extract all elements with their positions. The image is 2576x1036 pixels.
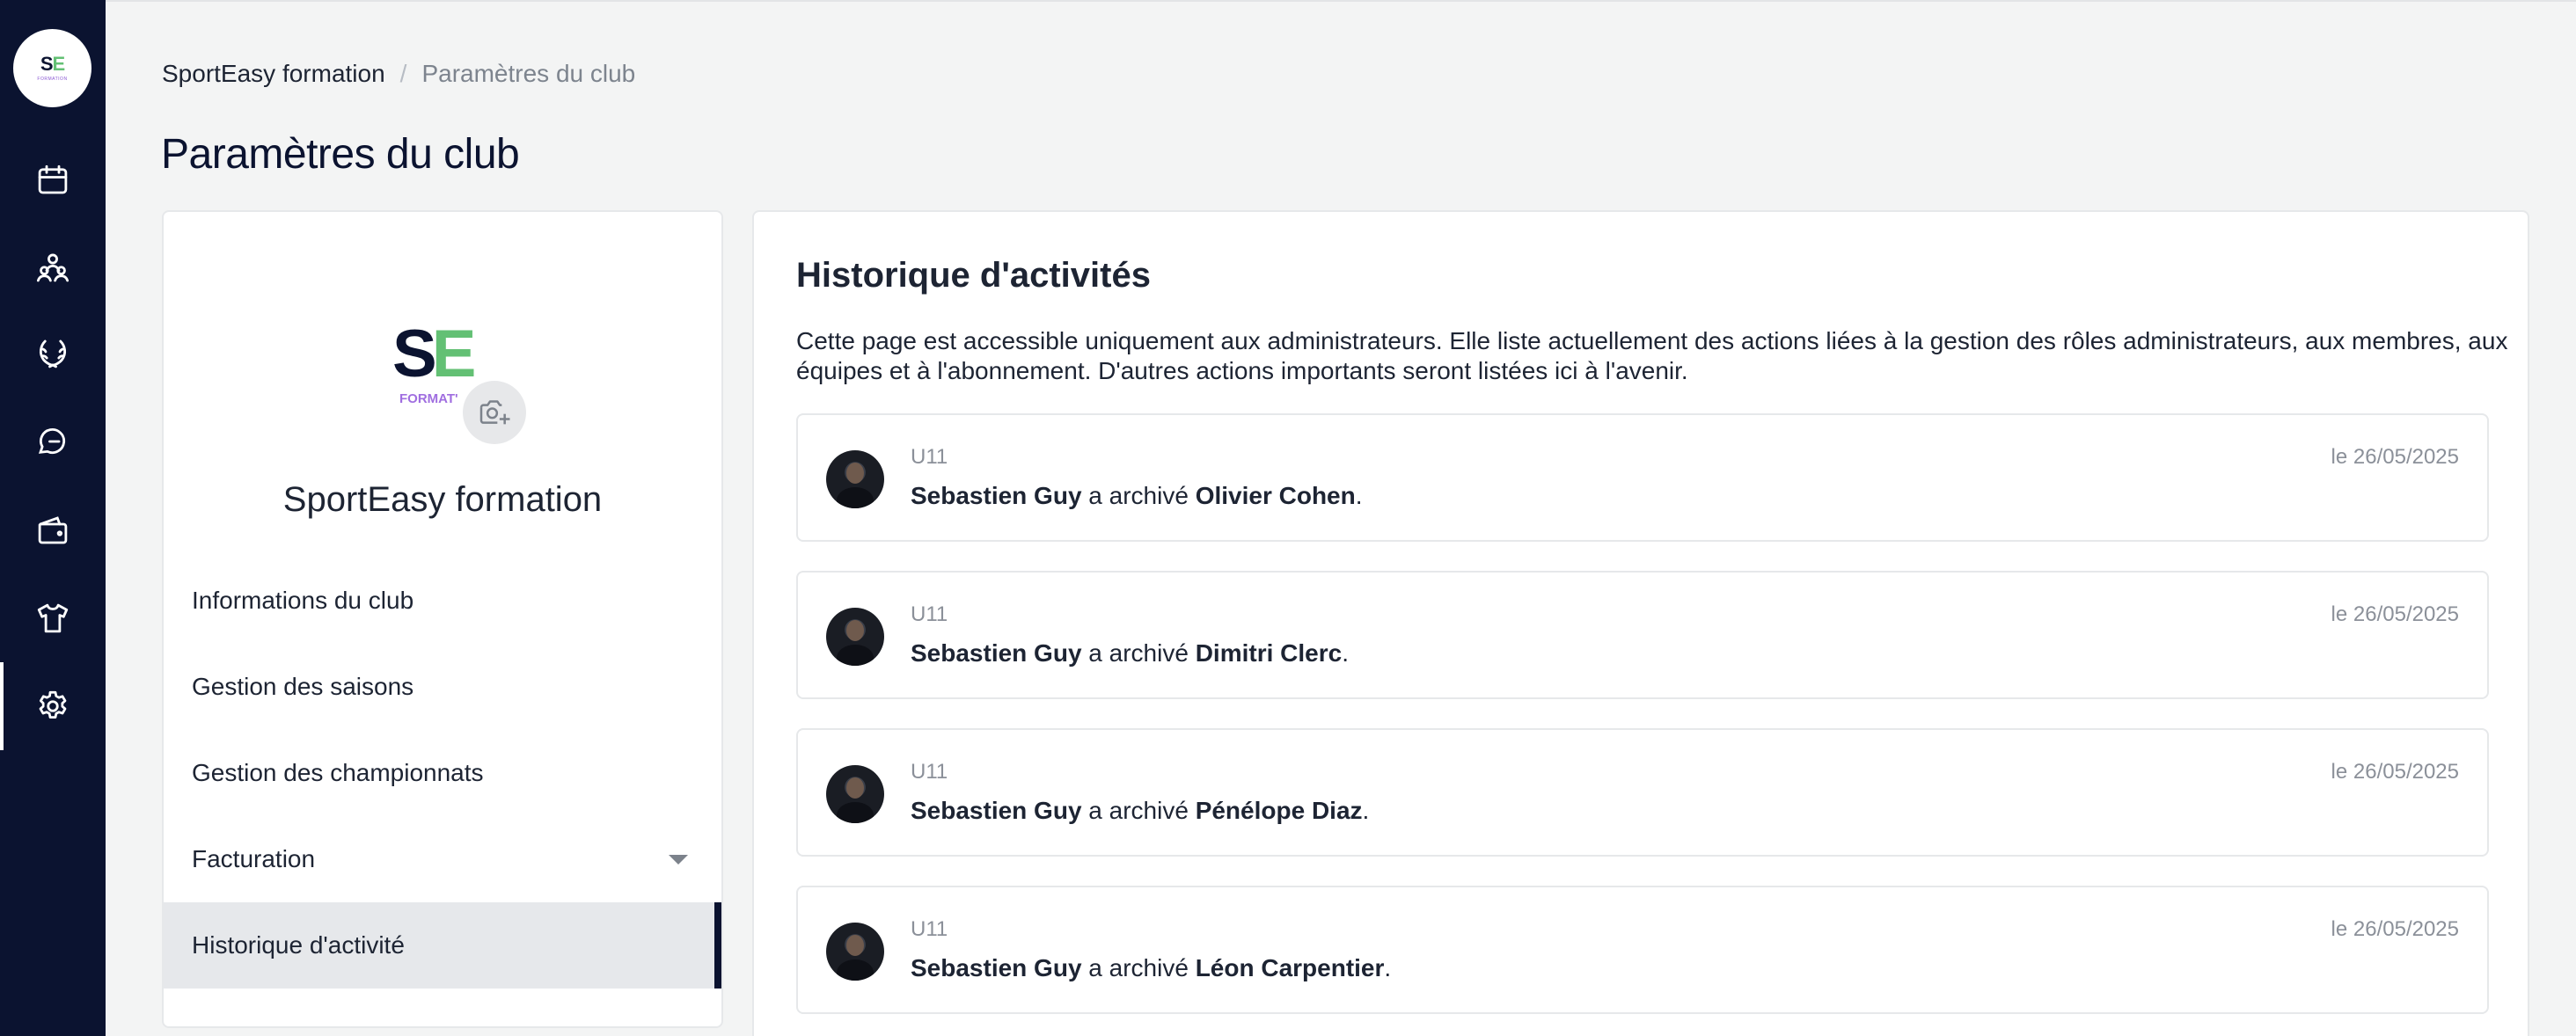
laurel-icon xyxy=(39,339,67,368)
breadcrumb-root-link[interactable]: SportEasy formation xyxy=(162,60,385,88)
nav-equipment[interactable] xyxy=(0,574,106,662)
activity-text: Sebastien Guy a archivé Pénélope Diaz. xyxy=(911,797,1369,825)
menu-item-club-info[interactable]: Informations du club xyxy=(164,558,721,644)
nav-members[interactable] xyxy=(0,224,106,312)
avatar xyxy=(826,608,884,666)
activity-history-card: Historique d'activités Cette page est ac… xyxy=(752,210,2529,1036)
activity-target[interactable]: Pénélope Diaz xyxy=(1196,797,1363,824)
nav-competitions[interactable] xyxy=(0,310,106,398)
menu-item-seasons[interactable]: Gestion des saisons xyxy=(164,644,721,730)
settings-icon xyxy=(39,690,67,719)
activity-actor[interactable]: Sebastien Guy xyxy=(911,954,1082,981)
settings-menu-card: SE FORMAT' SportEasy formation Informati… xyxy=(162,210,723,1028)
top-divider xyxy=(106,0,2576,2)
club-logo-mark: SE xyxy=(392,317,476,391)
activity-end: . xyxy=(1342,639,1349,667)
app-logo-sub: FORMATION xyxy=(37,77,68,82)
breadcrumb-current: Paramètres du club xyxy=(421,60,636,87)
activity-date: le 26/05/2025 xyxy=(2331,445,2459,469)
activity-end: . xyxy=(1362,797,1370,824)
menu-item-label: Informations du club xyxy=(192,587,414,614)
activity-action: a archivé xyxy=(1081,797,1196,824)
menu-item-championships[interactable]: Gestion des championnats xyxy=(164,730,721,816)
menu-item-label: Facturation xyxy=(192,845,316,872)
menu-item-billing[interactable]: Facturation xyxy=(164,816,721,902)
wallet-icon xyxy=(38,516,68,544)
avatar xyxy=(826,765,884,823)
activity-action: a archivé xyxy=(1081,482,1196,509)
activity-team: U11 xyxy=(911,760,948,784)
menu-item-activity-history[interactable]: Historique d'activité xyxy=(164,902,721,989)
activity-item: U11 le 26/05/2025 Sebastien Guy a archiv… xyxy=(796,728,2489,857)
activity-actor[interactable]: Sebastien Guy xyxy=(911,797,1082,824)
avatar xyxy=(826,923,884,981)
activity-date: le 26/05/2025 xyxy=(2331,760,2459,784)
activity-target[interactable]: Dimitri Clerc xyxy=(1196,639,1343,667)
menu-item-label: Gestion des saisons xyxy=(192,673,414,700)
avatar xyxy=(826,450,884,508)
breadcrumb-separator: / xyxy=(399,60,407,87)
jersey-icon xyxy=(37,603,69,633)
activity-item: U11 le 26/05/2025 Sebastien Guy a archiv… xyxy=(796,413,2489,542)
activity-actor[interactable]: Sebastien Guy xyxy=(911,639,1082,667)
activity-text: Sebastien Guy a archivé Olivier Cohen. xyxy=(911,482,1363,510)
settings-menu: Informations du club Gestion des saisons… xyxy=(164,558,721,989)
nav-settings[interactable] xyxy=(0,662,106,750)
club-logo-sub: FORMAT' xyxy=(399,391,458,406)
app-logo[interactable]: SE FORMATION xyxy=(13,29,91,107)
chevron-down-icon xyxy=(669,855,688,865)
activity-text: Sebastien Guy a archivé Dimitri Clerc. xyxy=(911,639,1349,668)
page-title: Paramètres du club xyxy=(161,131,520,178)
activity-team: U11 xyxy=(911,917,948,941)
menu-item-label: Historique d'activité xyxy=(192,931,405,959)
chat-icon xyxy=(38,428,66,455)
members-icon xyxy=(36,253,70,282)
activity-action: a archivé xyxy=(1081,954,1196,981)
camera-add-icon xyxy=(479,400,510,425)
nav-messages[interactable] xyxy=(0,398,106,485)
activity-target[interactable]: Olivier Cohen xyxy=(1196,482,1356,509)
nav-payments[interactable] xyxy=(0,486,106,574)
activity-actor[interactable]: Sebastien Guy xyxy=(911,482,1082,509)
activity-action: a archivé xyxy=(1081,639,1196,667)
activity-item: U11 le 26/05/2025 Sebastien Guy a archiv… xyxy=(796,886,2489,1014)
section-description: Cette page est accessible uniquement aux… xyxy=(796,327,2508,384)
activity-date: le 26/05/2025 xyxy=(2331,602,2459,626)
activity-date: le 26/05/2025 xyxy=(2331,917,2459,941)
app-logo-mark: SE xyxy=(40,53,65,75)
activity-end: . xyxy=(1384,954,1392,981)
calendar-icon xyxy=(38,164,68,194)
activity-team: U11 xyxy=(911,445,948,469)
activity-end: . xyxy=(1355,482,1363,509)
activity-text: Sebastien Guy a archivé Léon Carpentier. xyxy=(911,954,1391,982)
nav-calendar[interactable] xyxy=(0,136,106,224)
activity-target[interactable]: Léon Carpentier xyxy=(1196,954,1385,981)
main-sidebar: SE FORMATION xyxy=(0,0,106,1036)
activity-team: U11 xyxy=(911,602,948,626)
menu-item-label: Gestion des championnats xyxy=(192,759,484,786)
section-title: Historique d'activités xyxy=(796,256,1151,295)
breadcrumb: SportEasy formation / Paramètres du club xyxy=(162,60,635,88)
activity-item: U11 le 26/05/2025 Sebastien Guy a archiv… xyxy=(796,571,2489,699)
change-logo-button[interactable] xyxy=(463,381,526,444)
club-name: SportEasy formation xyxy=(282,480,603,519)
